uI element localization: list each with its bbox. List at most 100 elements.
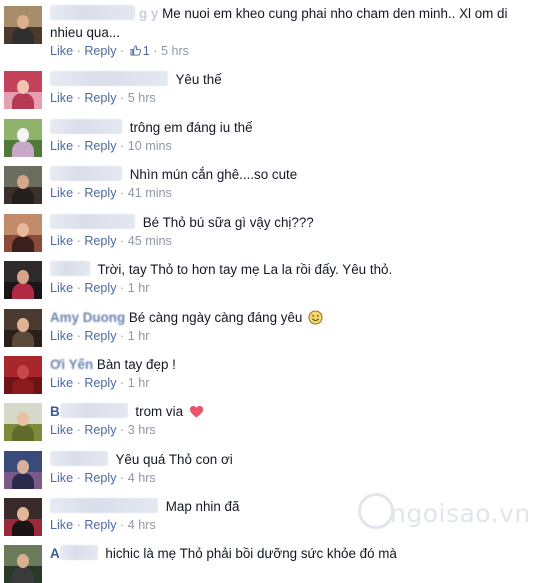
comment-text: Nhìn mún cắn ghê....so cute <box>129 167 298 182</box>
commenter-name[interactable]: g y <box>50 5 158 21</box>
comment-body: Nhìn mún cắn ghê....so cute <box>50 165 540 184</box>
avatar[interactable] <box>4 309 42 347</box>
reply-link[interactable]: Reply <box>84 44 116 58</box>
reply-link[interactable]: Reply <box>84 139 116 153</box>
comment-actions: Like · Reply · 1 hr <box>50 281 150 295</box>
avatar[interactable] <box>4 71 42 109</box>
like-link[interactable]: Like <box>50 376 73 390</box>
timestamp[interactable]: 1 hr <box>128 376 150 390</box>
comment-text: hichic là mẹ Thỏ phải bồi dưỡng sức khỏe… <box>105 546 397 561</box>
comment-text: Bàn tay đẹp ! <box>96 357 176 372</box>
blurred-name <box>50 261 90 276</box>
comment-actions: Like · Reply · 4 hrs <box>50 471 156 485</box>
reply-link[interactable]: Reply <box>84 234 116 248</box>
comment-body: Amy Duong Bé càng ngày càng đáng yêu <box>50 308 540 327</box>
timestamp[interactable]: 41 mins <box>128 186 172 200</box>
comment-actions: Like · Reply · 10 mins <box>50 139 172 153</box>
timestamp[interactable]: 5 hrs <box>128 91 156 105</box>
avatar[interactable] <box>4 403 42 441</box>
comment-body: trông em đáng iu thế <box>50 118 540 137</box>
thumbs-up-icon <box>130 45 141 56</box>
comment-actions: Like · Reply · 3 hrs <box>50 423 156 437</box>
like-link[interactable]: Like <box>50 329 73 343</box>
reply-link[interactable]: Reply <box>84 186 116 200</box>
blurred-name <box>50 5 135 20</box>
comment-body: Bé Thỏ bú sữa gì vậy chị??? <box>50 213 540 232</box>
reply-link[interactable]: Reply <box>84 91 116 105</box>
comment-text: Yêu quá Thỏ con ơi <box>115 452 233 467</box>
reply-link[interactable]: Reply <box>84 329 116 343</box>
commenter-name[interactable]: Ơi Yến <box>50 357 93 372</box>
avatar[interactable] <box>4 119 42 157</box>
comment-text: Map nhin đã <box>165 499 240 514</box>
timestamp[interactable]: 10 mins <box>128 139 172 153</box>
blurred-name <box>50 119 122 134</box>
comment-list: g y Me nuoi em kheo cung phai nho cham d… <box>0 0 550 583</box>
comment-body: A hichic là mẹ Thỏ phải bồi dưỡng sức kh… <box>50 544 540 563</box>
comment-text: Bé Thỏ bú sữa gì vậy chị??? <box>142 215 314 230</box>
avatar[interactable] <box>4 261 42 299</box>
comment-body: Yêu quá Thỏ con ơi <box>50 450 540 469</box>
comment-actions: Like · Reply · 45 mins <box>50 234 172 248</box>
timestamp[interactable]: 4 hrs <box>128 518 156 532</box>
blurred-name <box>50 214 135 229</box>
blurred-name <box>59 403 128 418</box>
comment-body: B trom via <box>50 402 540 421</box>
avatar[interactable] <box>4 166 42 204</box>
avatar[interactable] <box>4 356 42 394</box>
commenter-name[interactable]: B <box>50 403 132 419</box>
blurred-name <box>50 71 168 86</box>
like-link[interactable]: Like <box>50 139 73 153</box>
avatar[interactable] <box>4 451 42 489</box>
like-link[interactable]: Like <box>50 186 73 200</box>
timestamp[interactable]: 3 hrs <box>128 423 156 437</box>
heart-emoji-icon <box>189 405 203 418</box>
commenter-name[interactable] <box>50 214 139 230</box>
timestamp[interactable]: 5 hrs <box>161 44 189 58</box>
reply-link[interactable]: Reply <box>84 471 116 485</box>
comment-actions: Like · Reply · 1 · 5 hrs <box>50 44 189 58</box>
reply-link[interactable]: Reply <box>84 518 116 532</box>
comment-body: Ơi Yến Bàn tay đẹp ! <box>50 355 540 374</box>
like-count[interactable]: 1 <box>143 44 150 58</box>
avatar[interactable] <box>4 6 42 44</box>
like-link[interactable]: Like <box>50 281 73 295</box>
blurred-name <box>50 451 108 466</box>
commenter-name[interactable] <box>50 451 112 467</box>
like-link[interactable]: Like <box>50 91 73 105</box>
commenter-name[interactable] <box>50 166 126 182</box>
commenter-name[interactable] <box>50 71 172 87</box>
timestamp[interactable]: 45 mins <box>128 234 172 248</box>
avatar[interactable] <box>4 214 42 252</box>
smile-emoji-icon <box>308 310 323 325</box>
reply-link[interactable]: Reply <box>84 281 116 295</box>
comment-text: trông em đáng iu thế <box>129 120 253 135</box>
like-link[interactable]: Like <box>50 471 73 485</box>
commenter-name[interactable]: A <box>50 545 102 561</box>
like-link[interactable]: Like <box>50 518 73 532</box>
like-link[interactable]: Like <box>50 423 73 437</box>
blurred-name <box>59 545 98 560</box>
commenter-name[interactable]: Amy Duong <box>50 310 125 325</box>
watermark-logo: ngoisao.vn <box>358 493 531 533</box>
avatar[interactable] <box>4 545 42 583</box>
commenter-name[interactable] <box>50 261 94 277</box>
reply-link[interactable]: Reply <box>84 423 116 437</box>
avatar[interactable] <box>4 498 42 536</box>
commenter-name[interactable] <box>50 498 162 514</box>
timestamp[interactable]: 1 hr <box>128 281 150 295</box>
comment-actions: Like · Reply · 41 mins <box>50 186 172 200</box>
comment-text: Trời, tay Thỏ to hơn tay mẹ La la rồi đấ… <box>97 262 393 277</box>
timestamp[interactable]: 1 hr <box>128 329 150 343</box>
like-link[interactable]: Like <box>50 234 73 248</box>
comment-body: Trời, tay Thỏ to hơn tay mẹ La la rồi đấ… <box>50 260 540 279</box>
blurred-name <box>50 166 122 181</box>
reply-link[interactable]: Reply <box>84 376 116 390</box>
commenter-name[interactable] <box>50 119 126 135</box>
like-link[interactable]: Like <box>50 44 73 58</box>
timestamp[interactable]: 4 hrs <box>128 471 156 485</box>
watermark-ring-icon <box>358 493 394 529</box>
blurred-name <box>50 498 158 513</box>
comment-body: Yêu thế <box>50 70 540 89</box>
watermark-text: ngoisao.vn <box>390 499 531 528</box>
